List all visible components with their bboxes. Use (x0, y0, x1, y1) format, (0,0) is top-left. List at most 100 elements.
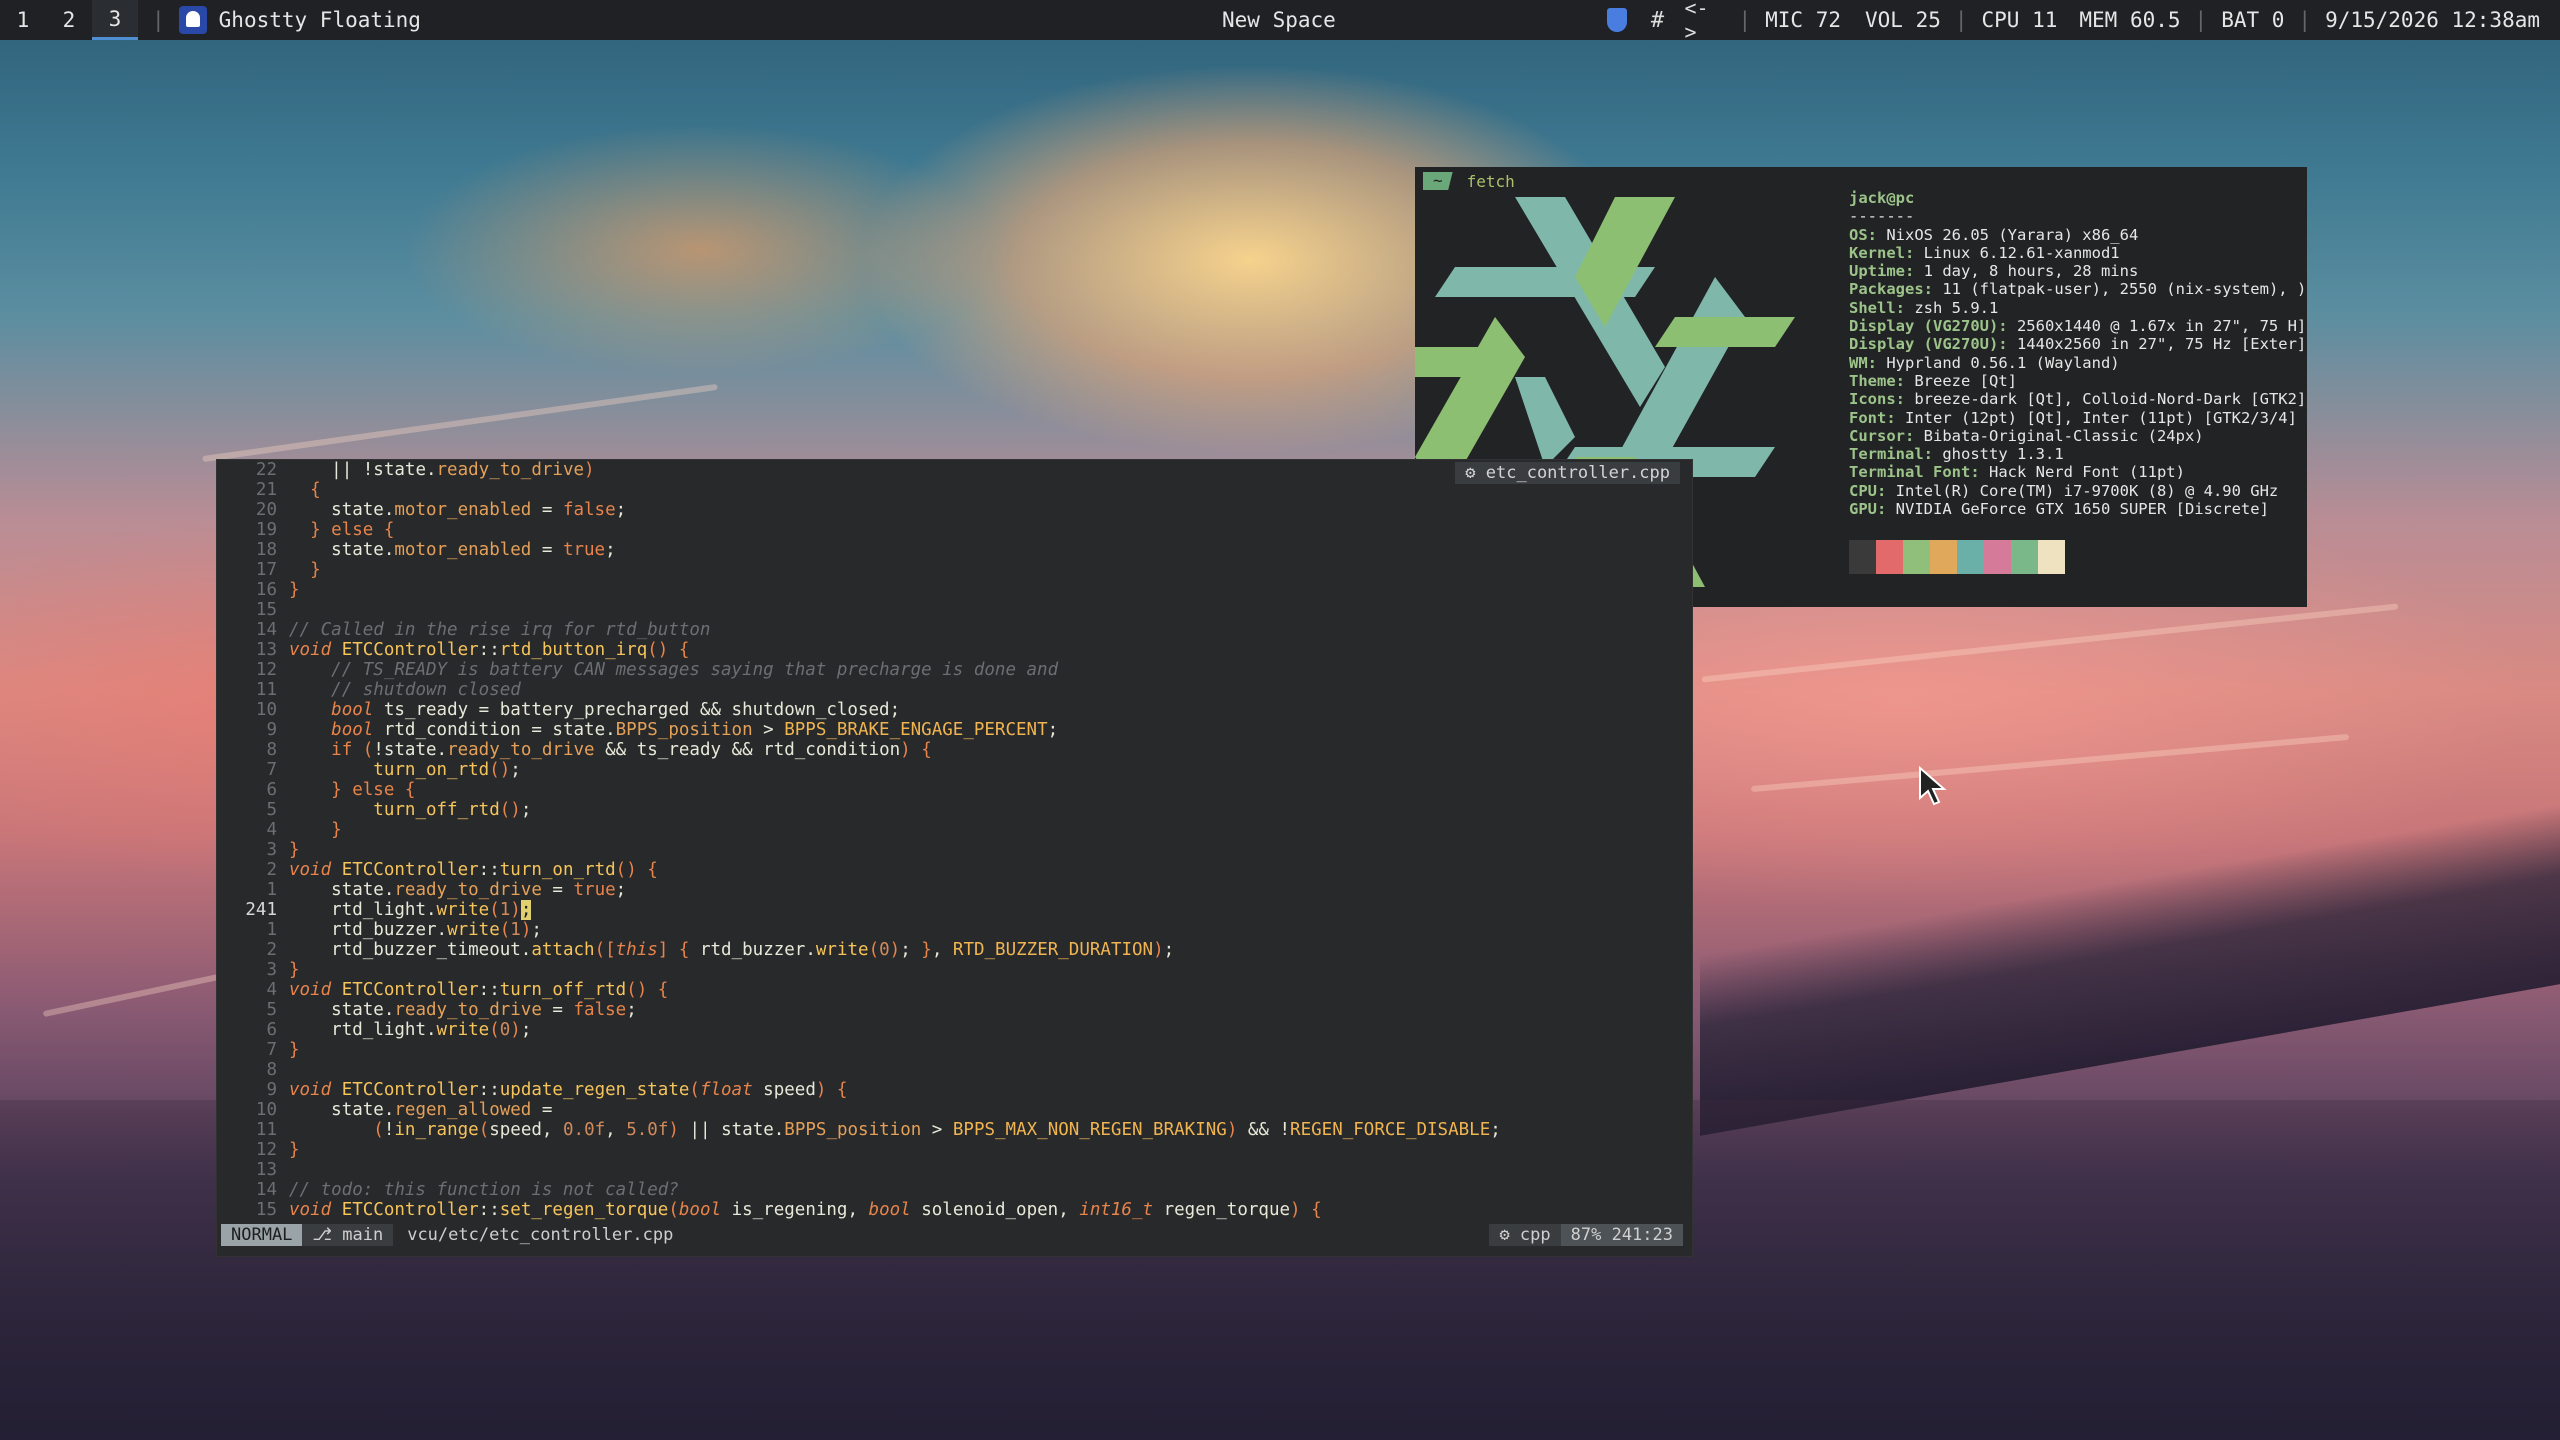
line-text: void ETCController::set_regen_torque(boo… (289, 1200, 1322, 1220)
code-line[interactable]: 6 rtd_light.write(0); (217, 1020, 1692, 1040)
file-tab[interactable]: ⚙ etc_controller.cpp (1455, 462, 1680, 484)
code-line[interactable]: 3} (217, 840, 1692, 860)
line-text: } else { (310, 520, 395, 540)
code-line[interactable]: 15 void ETCController::set_regen_torque(b… (217, 1200, 1692, 1220)
line-number: 14 (255, 1180, 277, 1200)
info-value: NVIDIA GeForce GTX 1650 SUPER [Discrete] (1886, 500, 2269, 519)
info-divider: ------- (1849, 207, 1915, 226)
line-text: bool ts_ready = battery_precharged && sh… (331, 700, 901, 720)
line-text: // shutdown closed (331, 680, 521, 700)
code-line[interactable]: 17 } (217, 560, 1692, 580)
color-swatch (1957, 540, 1984, 574)
code-line[interactable]: 4 } (217, 820, 1692, 840)
code-line[interactable]: 7 turn_on_rtd(); (217, 760, 1692, 780)
code-line[interactable]: 14 // Called in the rise irq for rtd_butt… (217, 620, 1692, 640)
info-value: breeze-dark [Qt], Colloid-Nord-Dark [GTK… (1914, 390, 2307, 409)
code-line[interactable]: 4 void ETCController::turn_off_rtd() { (217, 980, 1692, 1000)
color-swatch (1876, 540, 1903, 574)
line-text: rtd_light.write(1); (331, 900, 532, 920)
line-text: rtd_light.write(0); (331, 1020, 532, 1040)
code-line[interactable]: 1 rtd_buzzer.write(1); (217, 920, 1692, 940)
code-line[interactable]: 5 state.ready_to_drive = false; (217, 1000, 1692, 1020)
user-host: jack@pc (1849, 189, 1915, 207)
wallpaper-bridge (1700, 804, 2560, 1136)
line-text: if (!state.ready_to_drive && ts_ready &&… (331, 740, 932, 760)
line-number: 1 (266, 880, 277, 900)
code-line[interactable]: 9 void ETCController::update_regen_state(… (217, 1080, 1692, 1100)
workspace-3[interactable]: 3 (92, 0, 138, 40)
code-line[interactable]: 8 (217, 1060, 1692, 1080)
code-line[interactable]: 11 // shutdown closed (217, 680, 1692, 700)
code-line[interactable]: 2 rtd_buzzer_timeout.attach([this] { rtd… (217, 940, 1692, 960)
info-value: Hack Nerd Font (11pt) (1988, 463, 2185, 482)
line-text: void ETCController::turn_on_rtd() { (289, 860, 658, 880)
code-line[interactable]: 8 if (!state.ready_to_drive && ts_ready … (217, 740, 1692, 760)
fetch-tab[interactable]: ~ fetch (1423, 171, 1515, 191)
line-number: 13 (255, 640, 277, 660)
code-line[interactable]: 10 state.regen_allowed = (217, 1100, 1692, 1120)
line-number: 3 (266, 960, 277, 980)
code-line[interactable]: 241 rtd_light.write(1); (217, 900, 1692, 920)
code-line[interactable]: 6 } else { (217, 780, 1692, 800)
info-value: ghostty 1.3.1 (1942, 445, 2064, 464)
statusline: NORMAL ⎇ main vcu/etc/etc_controller.cpp… (221, 1224, 1683, 1246)
mic-level[interactable]: MIC 72 (1765, 8, 1841, 32)
volume-level[interactable]: VOL 25 (1865, 8, 1941, 32)
info-key: Terminal: (1849, 445, 1933, 464)
line-number: 9 (266, 720, 277, 740)
code-line[interactable]: 9 bool rtd_condition = state.BPPS_positi… (217, 720, 1692, 740)
tab-home: ~ (1423, 172, 1453, 190)
code-line[interactable]: 12} (217, 1140, 1692, 1160)
workspace-1[interactable]: 1 (0, 0, 46, 40)
code-line[interactable]: 5 turn_off_rtd(); (217, 800, 1692, 820)
info-key: Kernel: (1849, 243, 1915, 262)
color-swatch (1984, 540, 2011, 574)
code-line[interactable]: 20 state.motor_enabled = false; (217, 500, 1692, 520)
active-window[interactable]: Ghostty Floating (178, 6, 421, 34)
line-number: 21 (255, 480, 277, 500)
slack-icon[interactable]: # (1644, 7, 1670, 33)
code-line[interactable]: 15 (217, 600, 1692, 620)
window-title: Ghostty Floating (218, 8, 421, 32)
line-number: 20 (255, 500, 277, 520)
line-text: state.motor_enabled = true; (331, 540, 616, 560)
line-number: 2 (266, 940, 277, 960)
code-line[interactable]: 11 (!in_range(speed, 0.0f, 5.0f) || stat… (217, 1120, 1692, 1140)
code-line[interactable]: 14 // todo: this function is not called? (217, 1180, 1692, 1200)
workspace-2[interactable]: 2 (46, 0, 92, 40)
info-key: Packages: (1849, 280, 1933, 299)
line-text: (!in_range(speed, 0.0f, 5.0f) || state.B… (373, 1120, 1501, 1140)
code-line[interactable]: 19 } else { (217, 520, 1692, 540)
code-line[interactable]: 16} (217, 580, 1692, 600)
neovim-window[interactable]: 22 || !state.ready_to_drive) 21 {20 state… (217, 460, 1692, 1256)
line-text: } (289, 1040, 300, 1060)
info-key: Terminal Font: (1849, 463, 1980, 482)
clock[interactable]: 9/15/2026 12:38am (2325, 8, 2540, 32)
line-text: state.ready_to_drive = true; (331, 880, 627, 900)
line-number: 241 (245, 900, 277, 920)
network-arrows-icon[interactable]: <-> (1684, 0, 1710, 44)
code-line[interactable]: 7} (217, 1040, 1692, 1060)
line-text: } (289, 840, 300, 860)
color-swatch (1849, 540, 1876, 574)
info-key: Shell: (1849, 298, 1905, 317)
code-line[interactable]: 13 (217, 1160, 1692, 1180)
code-buffer[interactable]: 22 || !state.ready_to_drive) 21 {20 state… (217, 460, 1692, 1230)
code-line[interactable]: 10 bool ts_ready = battery_precharged &&… (217, 700, 1692, 720)
info-value: zsh 5.9.1 (1914, 298, 1999, 317)
code-line[interactable]: 1 state.ready_to_drive = true; (217, 880, 1692, 900)
line-number: 8 (266, 1060, 277, 1080)
space-title: New Space (1222, 8, 1336, 32)
code-line[interactable]: 12 // TS_READY is battery CAN messages s… (217, 660, 1692, 680)
info-key: Cursor: (1849, 426, 1915, 445)
code-line[interactable]: 18 state.motor_enabled = true; (217, 540, 1692, 560)
fetch-info: jack@pc ------- OS: NixOS 26.05 (Yarara)… (1849, 189, 2306, 518)
code-line[interactable]: 13 void ETCController::rtd_button_irq() { (217, 640, 1692, 660)
bitwarden-icon[interactable] (1604, 7, 1630, 33)
code-line[interactable]: 3} (217, 960, 1692, 980)
line-number: 19 (255, 520, 277, 540)
color-swatch (1930, 540, 1957, 574)
code-line[interactable]: 2 void ETCController::turn_on_rtd() { (217, 860, 1692, 880)
info-key: GPU: (1849, 500, 1887, 519)
line-number: 13 (255, 1160, 277, 1180)
